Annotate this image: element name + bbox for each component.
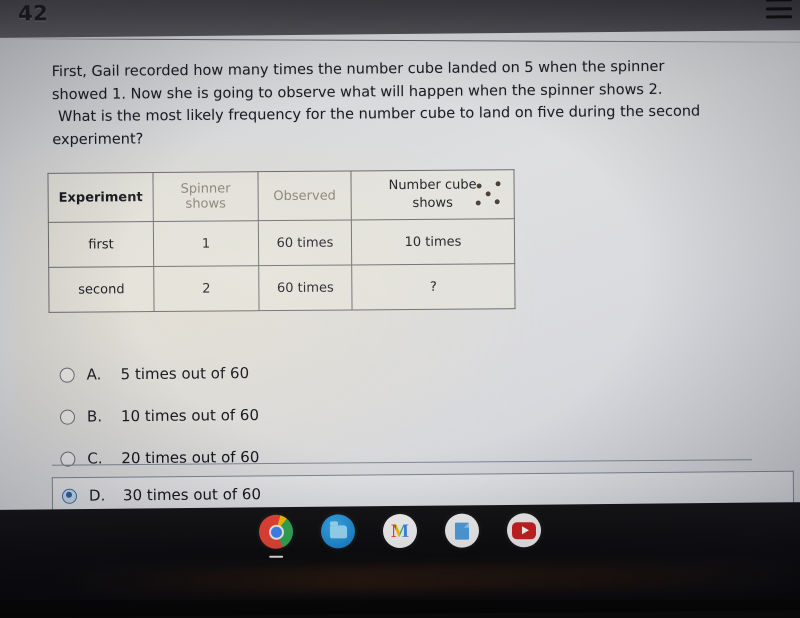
radio-b[interactable]: [59, 409, 76, 425]
cell-number-cube: ?: [351, 263, 516, 310]
header-label-spinner-line2: shows: [185, 196, 226, 212]
cell-spinner: 1: [153, 220, 259, 267]
header-cell-experiment: Experiment: [47, 172, 154, 223]
option-b[interactable]: B. 10 times out of 60: [59, 392, 460, 437]
question-text: First, Gail recorded how many times the …: [52, 55, 783, 151]
taskbar-glow: [0, 562, 800, 596]
cell-observed: 60 times: [258, 264, 353, 311]
die-pip: [485, 191, 491, 197]
table-row: first 1 60 times 10 times: [48, 218, 515, 268]
gmail-icon[interactable]: M: [382, 513, 418, 549]
header-cell-spinner: Spinner shows: [152, 171, 259, 222]
header-label-experiment: Experiment: [58, 189, 143, 206]
option-text-a: 5 times out of 60: [120, 364, 250, 384]
option-letter-b: B.: [86, 407, 103, 426]
cell-number-cube: 10 times: [351, 218, 515, 265]
files-icon[interactable]: [320, 514, 356, 549]
table-row: second 2 60 times ?: [48, 263, 516, 313]
option-letter-d: D.: [88, 486, 106, 505]
cell-spinner: 2: [153, 265, 260, 312]
die-pip: [495, 181, 501, 187]
photographed-screen: 42 First, Gail recorded how many times t…: [0, 0, 800, 618]
hamburger-line: [765, 6, 792, 10]
hamburger-icon[interactable]: [765, 0, 793, 19]
hamburger-line: [765, 0, 792, 2]
table-header: Experiment Spinner shows Observed Number…: [47, 169, 515, 223]
cell-observed: 60 times: [258, 219, 352, 266]
header-label-spinner-line1: Spinner: [180, 181, 231, 197]
option-c[interactable]: C. 20 times out of 60: [60, 434, 460, 479]
play-triangle: [521, 526, 529, 535]
header-label-cube-line1: Number cube: [388, 177, 477, 194]
cell-experiment: first: [48, 221, 154, 268]
option-text-d: 30 times out of 60: [122, 485, 262, 505]
die-pip: [475, 200, 481, 206]
chrome-center: [268, 524, 284, 540]
option-letter-a: A.: [86, 365, 102, 384]
experiment-table: Experiment Spinner shows Observed Number…: [47, 169, 516, 313]
option-a[interactable]: A. 5 times out of 60: [59, 350, 459, 395]
die-five-icon: [475, 181, 502, 207]
radio-a[interactable]: [59, 367, 75, 383]
folder-glyph: [329, 524, 347, 538]
header-label-observed: Observed: [273, 188, 336, 204]
answer-options: A. 5 times out of 60 B. 10 times out of …: [59, 350, 460, 479]
die-pip: [494, 199, 500, 205]
header-label-cube-line2: shows: [412, 195, 453, 211]
chrome-icon[interactable]: [258, 514, 294, 549]
docs-icon[interactable]: [444, 513, 480, 548]
cell-experiment: second: [48, 266, 155, 313]
gmail-glyph: M: [390, 520, 410, 542]
document-glyph: [454, 522, 470, 540]
option-d[interactable]: D. 30 times out of 60: [61, 485, 262, 505]
radio-d[interactable]: [61, 488, 78, 504]
shelf-icon-row: M: [0, 512, 800, 551]
option-text-b: 10 times out of 60: [120, 406, 260, 426]
page-number: 42: [17, 1, 49, 26]
header-cell-number-cube: Number cube shows: [350, 169, 515, 220]
hamburger-line: [766, 15, 793, 19]
table-header-row: Experiment Spinner shows Observed Number…: [47, 169, 515, 223]
youtube-badge: [511, 521, 537, 539]
header-cell-observed: Observed: [257, 170, 352, 221]
table-body: first 1 60 times 10 times second 2 60 ti…: [48, 218, 516, 313]
die-pip: [476, 183, 482, 189]
youtube-icon[interactable]: [506, 513, 542, 548]
